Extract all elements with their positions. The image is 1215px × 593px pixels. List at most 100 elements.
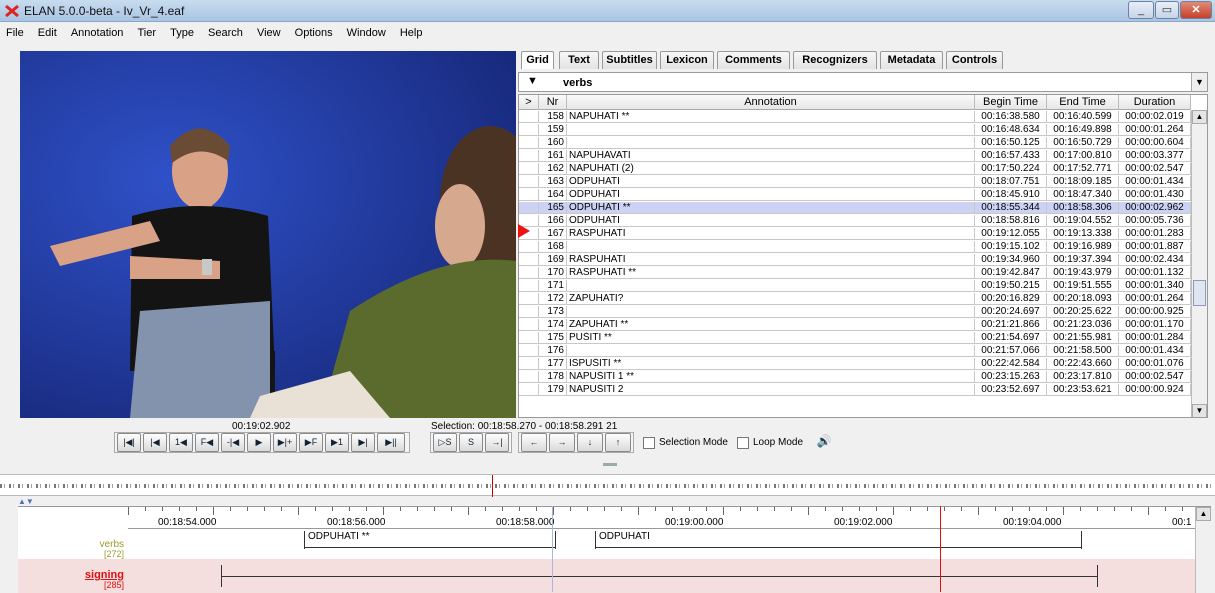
row-annotation[interactable]: [567, 241, 975, 253]
tier-label-verbs[interactable]: verbs [272]: [18, 539, 124, 559]
table-row[interactable]: 162 NAPUHATI (2) 00:17:50.224 00:17:52.771 0…: [519, 163, 1191, 175]
column-header-annotation[interactable]: Annotation: [567, 95, 975, 110]
previous-frame-scroll-button[interactable]: |◀: [143, 433, 167, 452]
table-row[interactable]: 166 ODPUHATI 00:18:58.816 00:19:04.552 00:00…: [519, 215, 1191, 227]
grid-scrollbar[interactable]: ▲ ▼: [1191, 110, 1207, 417]
row-annotation[interactable]: ODPUHATI: [567, 215, 975, 227]
tab-comments[interactable]: Comments: [717, 51, 790, 69]
toggle-selection-edge-button[interactable]: →|: [485, 433, 509, 452]
table-row[interactable]: 164 ODPUHATI 00:18:45.910 00:18:47.340 00:00…: [519, 189, 1191, 201]
menu-tier[interactable]: Tier: [132, 24, 162, 39]
speaker-icon[interactable]: 🔊: [812, 433, 836, 452]
next-frame-button[interactable]: ▶F: [299, 433, 323, 452]
clear-selection-button[interactable]: S: [459, 433, 483, 452]
previous-second-button[interactable]: 1◀: [169, 433, 193, 452]
menu-window[interactable]: Window: [341, 24, 391, 39]
row-annotation[interactable]: RASPUHATI **: [567, 267, 975, 279]
menu-edit[interactable]: Edit: [32, 24, 62, 39]
splitter-handle[interactable]: [603, 463, 617, 466]
scroll-down-icon[interactable]: ▼: [1192, 404, 1207, 417]
tier-row-signing[interactable]: signing [285]: [18, 559, 1195, 593]
loop-mode-checkbox[interactable]: [737, 437, 749, 449]
table-row[interactable]: 172 ZAPUHATI? 00:20:16.829 00:20:18.093 00:0…: [519, 293, 1191, 305]
next-annotation-button[interactable]: →: [549, 433, 575, 452]
timeline-viewer[interactable]: 00:18:54.000 00:18:56.000 00:18:58.000 00:1…: [18, 506, 1211, 593]
tab-recognizers[interactable]: Recognizers: [793, 51, 877, 69]
row-annotation[interactable]: [567, 137, 975, 149]
row-annotation[interactable]: ZAPUHATI **: [567, 319, 975, 331]
menu-help[interactable]: Help: [394, 24, 428, 39]
menu-view[interactable]: View: [251, 24, 286, 39]
table-row[interactable]: 173 00:20:24.697 00:20:25.622 00:00:00.925: [519, 306, 1191, 318]
table-row[interactable]: 171 00:19:50.215 00:19:51.555 00:00:01.340: [519, 280, 1191, 292]
table-row[interactable]: 176 00:21:57.066 00:21:58.500 00:00:01.434: [519, 345, 1191, 357]
tier-toggle-icon[interactable]: ▼: [527, 75, 538, 87]
tier-up-button[interactable]: ↑: [605, 433, 631, 452]
table-row[interactable]: 158 NAPUHATI ** 00:16:38.580 00:16:40.599 00…: [519, 111, 1191, 123]
column-header-duration[interactable]: Duration: [1119, 95, 1191, 110]
tier-row-verbs[interactable]: verbs [272] ODPUHATI ** ODPUHATI: [18, 529, 1195, 559]
table-row[interactable]: 159 00:16:48.634 00:16:49.898 00:00:01.264: [519, 124, 1191, 136]
menu-type[interactable]: Type: [164, 24, 199, 39]
video-viewer[interactable]: [20, 51, 516, 418]
column-header-nr[interactable]: Nr: [539, 95, 567, 110]
time-ruler[interactable]: 00:18:54.000 00:18:56.000 00:18:58.000 00:1…: [128, 507, 1200, 529]
next-second-button[interactable]: ▶1: [325, 433, 349, 452]
verbs-annotation-166[interactable]: ODPUHATI: [599, 531, 650, 542]
column-header-marker[interactable]: >: [519, 95, 539, 110]
row-annotation[interactable]: NAPUŠITI 2: [567, 384, 975, 396]
tab-controls[interactable]: Controls: [946, 51, 1003, 69]
menu-annotation[interactable]: Annotation: [65, 24, 129, 39]
row-annotation[interactable]: NAPUŠITI 1 **: [567, 371, 975, 383]
row-annotation[interactable]: ODPUHATI: [567, 189, 975, 201]
maximize-button[interactable]: ▭: [1155, 1, 1179, 19]
play-button[interactable]: ▶: [247, 433, 271, 452]
row-annotation[interactable]: ODPUHATI **: [567, 202, 975, 214]
previous-frame-button[interactable]: F◀: [195, 433, 219, 452]
table-row[interactable]: 168 00:19:15.102 00:19:16.989 00:00:01.887: [519, 241, 1191, 253]
row-annotation[interactable]: RASPUHATI: [567, 254, 975, 266]
table-row[interactable]: 161 NAPUHAVATI 00:16:57.433 00:17:00.810 00:…: [519, 150, 1191, 162]
go-to-end-button[interactable]: ▶||: [377, 433, 405, 452]
play-selection-button[interactable]: ▷S: [433, 433, 457, 452]
row-annotation[interactable]: PUŠITI **: [567, 332, 975, 344]
table-row[interactable]: 178 NAPUŠITI 1 ** 00:23:15.263 00:23:17.810…: [519, 371, 1191, 383]
table-row[interactable]: 169 RASPUHATI 00:19:34.960 00:19:37.394 00:0…: [519, 254, 1191, 266]
scroll-up-icon[interactable]: ▲: [1192, 110, 1207, 124]
timeline-scrollbar[interactable]: ▲: [1195, 507, 1211, 593]
table-row[interactable]: 170 RASPUHATI ** 00:19:42.847 00:19:43.979 0…: [519, 267, 1191, 279]
row-annotation[interactable]: NAPUHATI (2): [567, 163, 975, 175]
tier-select[interactable]: ▼ verbs ▼: [518, 72, 1208, 92]
menu-options[interactable]: Options: [289, 24, 338, 39]
table-row[interactable]: 177 ISPUŠITI ** 00:22:42.584 00:22:43.660 00…: [519, 358, 1191, 370]
row-annotation[interactable]: [567, 280, 975, 292]
next-pixel-button[interactable]: ▶|+: [273, 433, 297, 452]
tier-label-signing[interactable]: signing [285]: [18, 569, 124, 590]
tab-text[interactable]: Text: [559, 51, 599, 69]
waveform-overview[interactable]: [0, 474, 1215, 497]
tab-subtitles[interactable]: Subtitles: [602, 51, 657, 69]
row-annotation[interactable]: RASPUHATI: [567, 228, 975, 240]
signing-annotation[interactable]: [221, 576, 1097, 577]
close-button[interactable]: ✕: [1180, 1, 1212, 19]
menu-search[interactable]: Search: [202, 24, 248, 39]
column-header-end-time[interactable]: End Time: [1047, 95, 1119, 110]
chevron-down-icon[interactable]: ▼: [1191, 73, 1207, 91]
previous-pixel-button[interactable]: -|◀: [221, 433, 245, 452]
table-row[interactable]: 175 PUŠITI ** 00:21:54.697 00:21:55.981 00:0…: [519, 332, 1191, 344]
next-scroll-button[interactable]: ▶|: [351, 433, 375, 452]
column-header-begin-time[interactable]: Begin Time: [975, 95, 1047, 110]
table-row[interactable]: 167 RASPUHATI 00:19:12.055 00:19:13.338 00:0…: [519, 228, 1191, 240]
tab-metadata[interactable]: Metadata: [880, 51, 943, 69]
row-annotation[interactable]: ZAPUHATI?: [567, 293, 975, 305]
row-annotation[interactable]: ODPUHATI: [567, 176, 975, 188]
scroll-thumb[interactable]: [1193, 280, 1206, 306]
table-row[interactable]: 163 ODPUHATI 00:18:07.751 00:18:09.185 00:00…: [519, 176, 1191, 188]
tab-grid[interactable]: Grid: [521, 51, 554, 69]
previous-annotation-button[interactable]: ←: [521, 433, 547, 452]
row-annotation[interactable]: NAPUHATI **: [567, 111, 975, 123]
menu-file[interactable]: File: [0, 24, 29, 39]
row-annotation[interactable]: [567, 306, 975, 318]
row-annotation[interactable]: [567, 124, 975, 136]
row-annotation[interactable]: [567, 345, 975, 357]
